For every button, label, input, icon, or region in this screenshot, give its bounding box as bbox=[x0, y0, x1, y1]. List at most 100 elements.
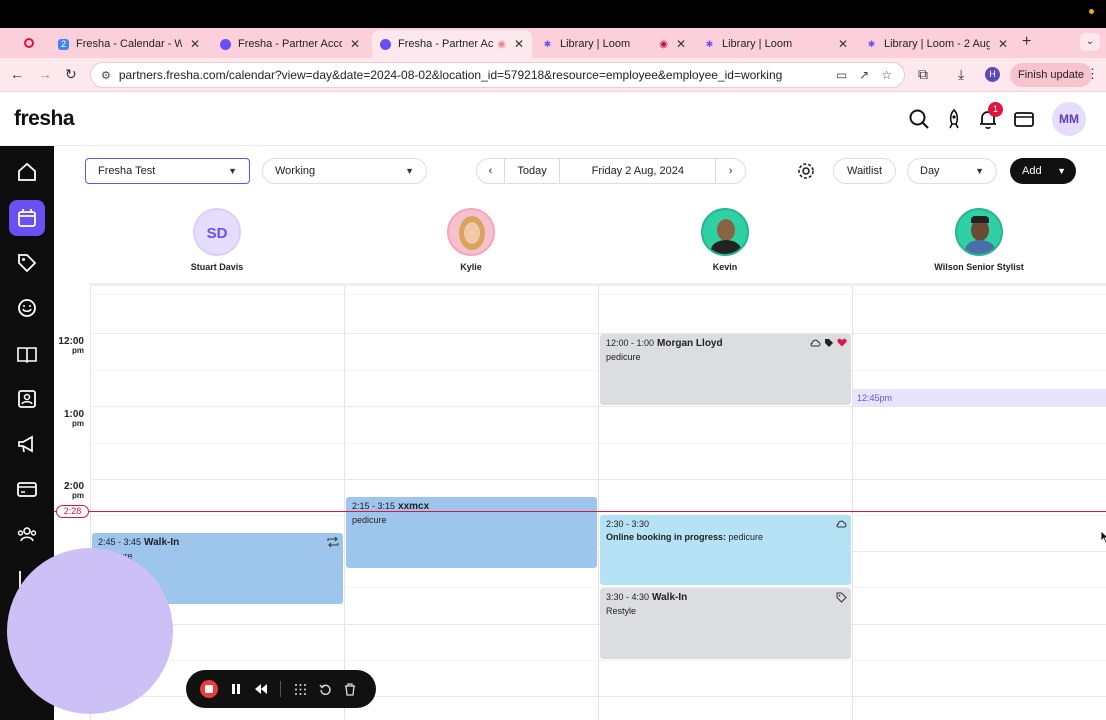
add-label: Add bbox=[1022, 165, 1042, 177]
smile-icon bbox=[18, 299, 36, 317]
loom-recording-controls bbox=[186, 670, 376, 708]
appointment-service: pedicure bbox=[98, 551, 337, 561]
restart-icon[interactable] bbox=[319, 683, 332, 696]
sidebar-item-clients[interactable] bbox=[9, 290, 45, 326]
browser-tab[interactable]: ✱ Library | Loom ◉ ✕ bbox=[534, 30, 694, 58]
add-button[interactable]: Add ▼ bbox=[1010, 158, 1076, 184]
sidebar-item-staff[interactable] bbox=[9, 516, 45, 552]
cloud-icon bbox=[836, 520, 847, 528]
tab-label: Fresha - Calendar - Week bbox=[76, 38, 182, 50]
today-button[interactable]: Today bbox=[505, 159, 561, 183]
staff-avatar bbox=[447, 208, 495, 256]
browser-tab[interactable]: 2 Fresha - Calendar - Week ✕ bbox=[50, 30, 208, 58]
location-select[interactable]: Fresha Test ▼ bbox=[85, 158, 250, 184]
current-time-line bbox=[54, 511, 1106, 512]
sidebar-item-team[interactable] bbox=[9, 381, 45, 417]
appointment-time: 2:45 - 3:45 bbox=[98, 537, 142, 547]
loom-icon: ✱ bbox=[705, 38, 714, 49]
user-avatar[interactable]: MM bbox=[1052, 102, 1086, 136]
wallet-icon[interactable] bbox=[1013, 108, 1035, 130]
browser-tab-active[interactable]: Fresha - Partner Acco ◉ ✕ bbox=[372, 30, 532, 58]
staff-filter-value: Working bbox=[275, 165, 316, 177]
appointment-card[interactable]: 3:30 - 4:30 Walk-In Restyle bbox=[600, 588, 851, 659]
staff-avatar: SD bbox=[193, 208, 241, 256]
close-icon[interactable]: ✕ bbox=[190, 37, 200, 51]
sidebar-item-marketing[interactable] bbox=[9, 426, 45, 462]
close-icon[interactable]: ✕ bbox=[350, 37, 360, 51]
extensions-icon[interactable]: ⧉ bbox=[918, 66, 928, 83]
view-select[interactable]: Day ▼ bbox=[907, 158, 997, 184]
appointment-card[interactable]: 2:30 - 3:30 Online booking in progress: … bbox=[600, 515, 851, 585]
close-icon[interactable]: ✕ bbox=[998, 37, 1008, 51]
reload-icon[interactable]: ↻ bbox=[65, 66, 77, 83]
close-icon[interactable]: ✕ bbox=[838, 37, 848, 51]
time-slot-hover[interactable]: 12:45pm bbox=[852, 389, 1106, 407]
date-picker-button[interactable]: Friday 2 Aug, 2024 bbox=[560, 159, 717, 183]
back-icon[interactable]: ← bbox=[10, 66, 24, 82]
site-settings-icon[interactable]: ⚙ bbox=[101, 69, 111, 82]
appointment-time: 3:30 - 4:30 bbox=[606, 592, 650, 602]
staff-column-header[interactable]: Kylie bbox=[344, 208, 598, 272]
tab-search-icon[interactable]: ⌄ bbox=[1080, 33, 1100, 51]
close-icon[interactable]: ✕ bbox=[514, 37, 524, 51]
browser-tab[interactable]: ✱ Library | Loom - 2 August ✕ bbox=[858, 30, 1016, 58]
rewind-icon[interactable] bbox=[254, 683, 268, 695]
next-day-button[interactable]: › bbox=[716, 159, 745, 183]
staff-column-header[interactable]: Kevin bbox=[598, 208, 852, 272]
contact-card-icon bbox=[18, 390, 36, 408]
loom-record-icon[interactable] bbox=[24, 38, 34, 48]
recording-icon: ◉ bbox=[497, 38, 506, 50]
browser-menu-icon[interactable]: ⋮ bbox=[1086, 66, 1099, 82]
staff-filter-select[interactable]: Working ▼ bbox=[262, 158, 427, 184]
stop-recording-button[interactable] bbox=[200, 680, 218, 698]
settings-gear-icon[interactable] bbox=[796, 161, 816, 181]
tag-icon bbox=[825, 339, 833, 347]
chevron-down-icon: ▼ bbox=[975, 166, 984, 176]
new-tab-icon[interactable]: + bbox=[1022, 33, 1031, 51]
staff-name: Wilson Senior Stylist bbox=[934, 262, 1024, 272]
camera-icon[interactable]: ▭ bbox=[836, 68, 847, 82]
search-icon[interactable] bbox=[908, 108, 930, 130]
finish-update-button[interactable]: Finish update bbox=[1010, 63, 1093, 87]
staff-header-row: SD Stuart Davis Kylie Kevin Wilson Senio… bbox=[90, 200, 1106, 286]
appointment-client: Walk-In bbox=[144, 537, 180, 548]
sidebar-item-payments[interactable] bbox=[9, 471, 45, 507]
forward-icon[interactable]: → bbox=[38, 66, 52, 82]
book-icon bbox=[17, 347, 37, 364]
pause-icon[interactable] bbox=[230, 683, 242, 695]
repeat-icon bbox=[327, 537, 339, 547]
browser-tab[interactable]: Fresha - Partner Account ✕ bbox=[212, 30, 368, 58]
open-external-icon[interactable]: ↗ bbox=[859, 68, 869, 82]
cloud-icon bbox=[810, 339, 821, 347]
appointment-card[interactable]: 2:15 - 3:15 xxmcx pedicure bbox=[346, 497, 597, 568]
drawing-grid-icon[interactable] bbox=[294, 683, 307, 696]
trash-icon[interactable] bbox=[344, 682, 356, 696]
download-icon[interactable]: ⤓ bbox=[958, 66, 964, 83]
sidebar-item-home[interactable] bbox=[9, 154, 45, 190]
sidebar-item-sales[interactable] bbox=[9, 245, 45, 281]
star-icon[interactable]: ☆ bbox=[881, 68, 892, 82]
staff-column-header[interactable]: Wilson Senior Stylist bbox=[852, 208, 1106, 272]
close-icon[interactable]: ✕ bbox=[676, 37, 686, 51]
browser-tab[interactable]: ✱ Library | Loom ✕ bbox=[696, 30, 856, 58]
profile-avatar[interactable]: H bbox=[985, 67, 1000, 82]
tag-icon bbox=[18, 254, 37, 273]
appointment-card[interactable]: 12:00 - 1:00 Morgan Lloyd pedicure bbox=[600, 334, 851, 405]
loom-icon: ✱ bbox=[543, 38, 552, 49]
browser-tabbar: 2 Fresha - Calendar - Week ✕ Fresha - Pa… bbox=[0, 28, 1106, 58]
waitlist-button[interactable]: Waitlist bbox=[833, 158, 896, 184]
column-divider bbox=[598, 286, 599, 720]
notification-badge: 1 bbox=[988, 102, 1003, 117]
appointment-time: 2:30 - 3:30 bbox=[606, 519, 650, 529]
loom-camera-bubble[interactable] bbox=[7, 548, 173, 714]
staff-avatar bbox=[955, 208, 1003, 256]
sidebar-item-catalog[interactable] bbox=[9, 336, 45, 372]
calendar-main: Fresha Test ▼ Working ▼ ‹ Today Friday 2… bbox=[54, 146, 1106, 720]
rocket-icon[interactable] bbox=[943, 108, 965, 130]
prev-day-button[interactable]: ‹ bbox=[477, 159, 505, 183]
staff-column-header[interactable]: SD Stuart Davis bbox=[90, 208, 344, 272]
fresha-logo[interactable]: fresha bbox=[14, 107, 75, 131]
sidebar-item-calendar[interactable] bbox=[9, 200, 45, 236]
address-bar[interactable]: ⚙ partners.fresha.com/calendar?view=day&… bbox=[90, 62, 905, 88]
chevron-down-icon: ▼ bbox=[1057, 166, 1066, 176]
